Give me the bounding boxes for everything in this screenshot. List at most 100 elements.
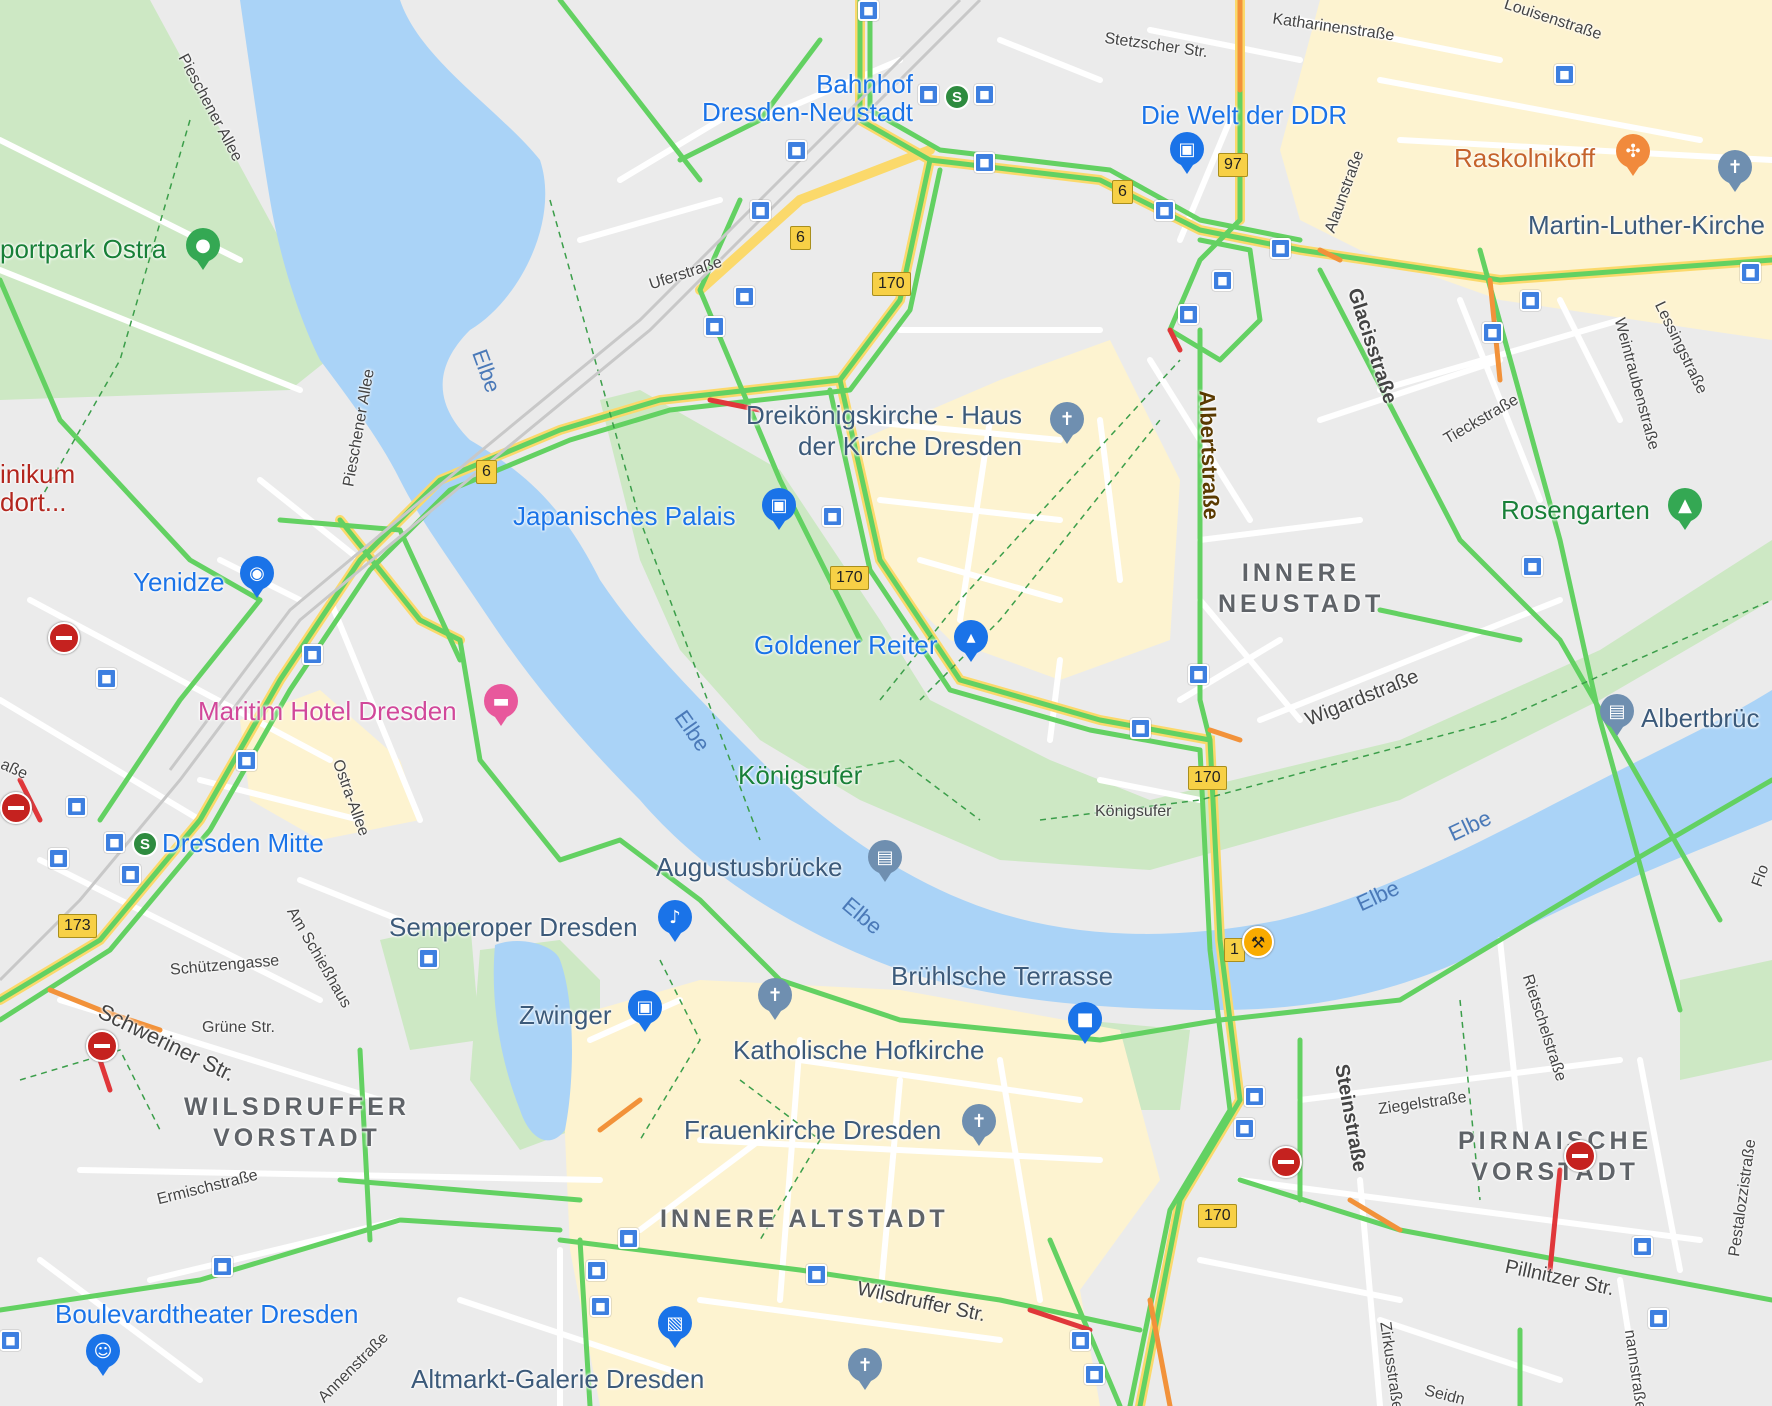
tram-stop-icon[interactable]: ■ [586, 1260, 607, 1281]
poi-sportpark[interactable]: portpark Ostra [0, 236, 166, 262]
poi-klinikum[interactable]: inikum dort... [0, 460, 75, 516]
church-icon[interactable]: ✝ [962, 1104, 996, 1146]
poi-raskolnikoff[interactable]: Raskolnikoff [1454, 145, 1595, 171]
tram-stop-icon[interactable]: ■ [1740, 262, 1761, 283]
bridge-icon[interactable]: ▤ [868, 840, 902, 882]
train-station-icon[interactable]: ■ [104, 832, 125, 853]
poi-rosengarten[interactable]: Rosengarten [1501, 497, 1650, 523]
district-line: INNERE [1241, 559, 1361, 587]
tram-stop-icon[interactable]: ■ [1554, 64, 1575, 85]
tram-stop-icon[interactable]: ■ [66, 796, 87, 817]
museum-icon[interactable]: ▣ [1170, 132, 1204, 174]
train-station-icon[interactable]: ■ [918, 84, 939, 105]
tram-stop-icon[interactable]: ■ [1070, 1330, 1091, 1351]
tram-stop-icon[interactable]: ■ [1234, 1118, 1255, 1139]
tram-stop-icon[interactable]: ■ [1084, 1364, 1105, 1385]
tram-stop-icon[interactable]: ■ [1130, 718, 1151, 739]
tram-stop-icon[interactable]: ■ [590, 1296, 611, 1317]
tram-stop-icon[interactable]: ■ [1178, 304, 1199, 325]
poi-altmarkt-galerie[interactable]: Altmarkt-Galerie Dresden [411, 1366, 704, 1392]
tram-stop-icon[interactable]: ■ [822, 506, 843, 527]
poi-maritim-hotel[interactable]: Maritim Hotel Dresden [198, 698, 457, 724]
route-shield: 173 [58, 914, 97, 938]
tram-stop-icon[interactable]: ■ [618, 1228, 639, 1249]
tram-stop-icon[interactable]: ■ [1154, 200, 1175, 221]
church-icon[interactable]: ✝ [758, 978, 792, 1020]
museum-icon[interactable]: ▣ [762, 488, 796, 530]
tram-stop-icon[interactable]: ■ [96, 668, 117, 689]
roadwork-icon[interactable]: ⚒ [1242, 926, 1274, 958]
church-icon[interactable]: ✝ [848, 1348, 882, 1390]
restaurant-icon[interactable]: ✣ [1616, 134, 1650, 176]
tram-stop-icon[interactable]: ■ [1270, 238, 1291, 259]
theater-icon[interactable]: ☺ [86, 1334, 120, 1376]
s-bahn-icon[interactable]: S [944, 84, 970, 110]
museum-icon[interactable]: ▣ [628, 990, 662, 1032]
monument-icon[interactable]: ▴ [954, 620, 988, 662]
viewpoint-icon[interactable]: ■ [1068, 1002, 1102, 1044]
tram-stop-icon[interactable]: ■ [750, 200, 771, 221]
tram-stop-icon[interactable]: ■ [418, 948, 439, 969]
tram-stop-icon[interactable]: ■ [974, 84, 995, 105]
tram-stop-icon[interactable]: ■ [786, 140, 807, 161]
tram-stop-icon[interactable]: ■ [1520, 290, 1541, 311]
tram-stop-icon[interactable]: ■ [1522, 556, 1543, 577]
poi-zwinger[interactable]: Zwinger [519, 1002, 611, 1028]
poi-bahnhof[interactable]: Bahnhof Dresden-Neustadt [702, 70, 913, 126]
tram-stop-icon[interactable]: ■ [1212, 270, 1233, 291]
tram-stop-icon[interactable]: ■ [0, 1330, 21, 1351]
poi-albertbruecke[interactable]: Albertbrüc [1641, 705, 1760, 731]
tram-stop-icon[interactable]: ■ [1632, 1236, 1653, 1257]
route-shield: 6 [476, 460, 497, 484]
bridge-icon[interactable]: ▤ [1600, 694, 1634, 736]
hotel-icon[interactable]: ▬ [484, 684, 518, 726]
poi-augustusbruecke[interactable]: Augustusbrücke [656, 854, 842, 880]
tram-stop-icon[interactable]: ■ [1482, 322, 1503, 343]
shopping-icon[interactable]: ▧ [658, 1306, 692, 1348]
poi-yenidze[interactable]: Yenidze [133, 569, 225, 595]
poi-martin-luther[interactable]: Martin-Luther-Kirche [1528, 212, 1765, 238]
poi-welt-ddr[interactable]: Die Welt der DDR [1141, 102, 1347, 128]
music-icon[interactable]: ♪ [658, 900, 692, 942]
no-entry-icon[interactable] [86, 1030, 118, 1062]
district-innere-altstadt: INNERE ALTSTADT [660, 1205, 949, 1233]
poi-goldener-reiter[interactable]: Goldener Reiter [754, 632, 938, 658]
poi-koenigsufer[interactable]: Königsufer [738, 762, 862, 788]
map-canvas[interactable]: Elbe Elbe Elbe Elbe Elbe INNERE NEUSTADT… [0, 0, 1772, 1406]
tram-stop-icon[interactable]: ■ [806, 1264, 827, 1285]
tram-stop-icon[interactable]: ■ [858, 0, 879, 21]
tram-stop-icon[interactable]: ■ [120, 864, 141, 885]
poi-boulevardtheater[interactable]: Boulevardtheater Dresden [55, 1301, 359, 1327]
no-entry-icon[interactable] [1564, 1140, 1596, 1172]
district-innere-neustadt: INNERE NEUSTADT [1218, 558, 1384, 620]
church-icon[interactable]: ✝ [1050, 402, 1084, 444]
tree-icon[interactable]: ▲ [1668, 488, 1702, 530]
tram-stop-icon[interactable]: ■ [974, 152, 995, 173]
church-icon[interactable]: ✝ [1718, 150, 1752, 192]
no-entry-icon[interactable] [0, 792, 32, 824]
tram-stop-icon[interactable]: ■ [1648, 1308, 1669, 1329]
tram-stop-icon[interactable]: ■ [1244, 1086, 1265, 1107]
no-entry-icon[interactable] [1270, 1146, 1302, 1178]
poi-dreikoenigskirche[interactable]: Dreikönigskirche - Haus der Kirche Dresd… [746, 400, 1022, 462]
tram-stop-icon[interactable]: ■ [1188, 664, 1209, 685]
poi-japanisches-palais[interactable]: Japanisches Palais [513, 503, 736, 529]
tram-stop-icon[interactable]: ■ [704, 316, 725, 337]
s-bahn-icon[interactable]: S [132, 831, 158, 857]
tram-stop-icon[interactable]: ■ [236, 750, 257, 771]
tram-stop-icon[interactable]: ■ [302, 644, 323, 665]
tram-stop-icon[interactable]: ■ [212, 1256, 233, 1277]
poi-semperoper[interactable]: Semperoper Dresden [389, 914, 638, 940]
tram-stop-icon[interactable]: ■ [734, 286, 755, 307]
poi-bruehlsche-terrasse[interactable]: Brühlsche Terrasse [891, 963, 1113, 989]
tram-stop-icon[interactable]: ■ [48, 848, 69, 869]
no-entry-icon[interactable] [48, 622, 80, 654]
district-line: PIRNAISCHE [1458, 1127, 1653, 1155]
poi-frauenkirche[interactable]: Frauenkirche Dresden [684, 1117, 941, 1143]
poi-line: Dreikönigskirche - Haus [746, 400, 1022, 430]
poi-hofkirche[interactable]: Katholische Hofkirche [733, 1037, 984, 1063]
park-pin-icon[interactable]: ● [186, 228, 220, 270]
district-wilsdruffer-vorstadt: WILSDRUFFER VORSTADT [184, 1092, 410, 1154]
camera-icon[interactable]: ◉ [240, 556, 274, 598]
poi-dresden-mitte[interactable]: Dresden Mitte [162, 830, 324, 856]
